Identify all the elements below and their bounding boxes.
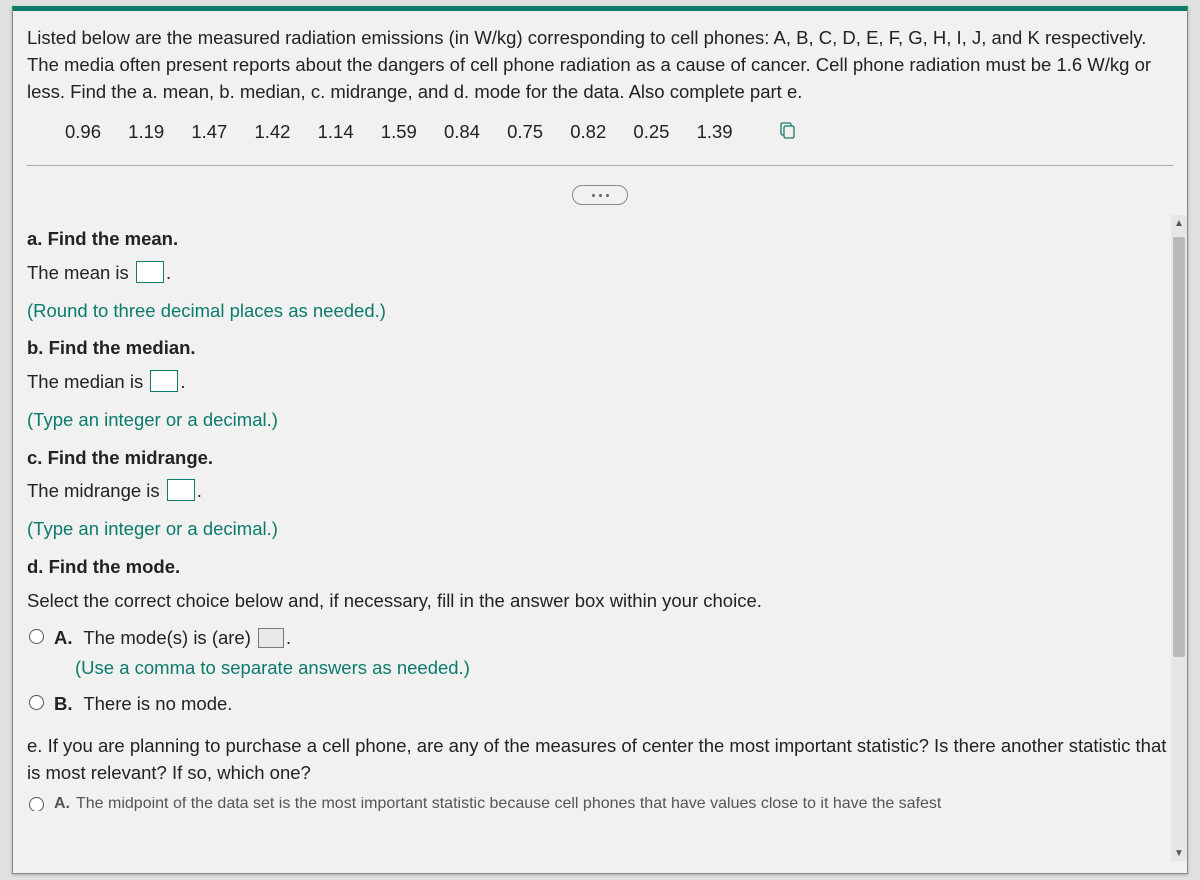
part-e-text: e. If you are planning to purchase a cel… [27, 732, 1173, 788]
part-d-head: d. Find the mode. [27, 553, 1173, 581]
radio-choice-e-a[interactable] [29, 797, 44, 811]
choice-b-text: There is no mode. [83, 693, 232, 714]
data-value: 0.25 [633, 121, 669, 142]
part-a-line: The mean is . [27, 259, 1173, 287]
scroll-up-icon[interactable]: ▲ [1171, 215, 1187, 231]
choice-b-label: B. [54, 693, 73, 714]
choice-a-text: The mode(s) is (are) [83, 627, 251, 648]
part-c-head: c. Find the midrange. [27, 444, 1173, 472]
scrollbar-thumb[interactable] [1173, 237, 1185, 657]
data-values-row: 0.96 1.19 1.47 1.42 1.14 1.59 0.84 0.75 … [13, 105, 1187, 165]
data-value: 1.19 [128, 121, 164, 142]
radio-choice-a[interactable] [29, 629, 44, 644]
data-value: 0.82 [570, 121, 606, 142]
mean-input[interactable] [136, 261, 164, 283]
part-d-prompt: Select the correct choice below and, if … [27, 587, 1173, 615]
part-b-line: The median is . [27, 368, 1173, 396]
answer-area: a. Find the mean. The mean is . (Round t… [27, 215, 1173, 861]
data-value: 0.75 [507, 121, 543, 142]
radio-choice-b[interactable] [29, 695, 44, 710]
part-c-instr: (Type an integer or a decimal.) [27, 515, 1173, 543]
choice-e-a-fragment: The midpoint of the data set is the most… [76, 797, 941, 811]
intro-text: Listed below are the measured radiation … [27, 27, 1151, 102]
divider [27, 165, 1173, 166]
part-a-head: a. Find the mean. [27, 225, 1173, 253]
data-value: 1.59 [381, 121, 417, 142]
scroll-down-icon[interactable]: ▼ [1171, 845, 1187, 861]
data-value: 1.39 [697, 121, 733, 142]
choice-a-label: A. [54, 627, 73, 648]
copy-icon[interactable] [778, 122, 796, 140]
part-c-line: The midrange is . [27, 477, 1173, 505]
choice-e-a-row: A. The midpoint of the data set is the m… [27, 797, 1173, 811]
data-value: 1.47 [191, 121, 227, 142]
choice-a-instr: (Use a comma to separate answers as need… [75, 654, 1173, 682]
part-b-head: b. Find the median. [27, 334, 1173, 362]
question-panel: Listed below are the measured radiation … [12, 6, 1188, 874]
choice-e-a-label: A. [54, 797, 70, 811]
data-value: 1.42 [254, 121, 290, 142]
midrange-input[interactable] [167, 479, 195, 501]
data-value: 0.84 [444, 121, 480, 142]
median-input[interactable] [150, 370, 178, 392]
choice-b-row: B. There is no mode. [27, 690, 1173, 718]
mode-input[interactable] [258, 628, 284, 648]
data-value: 0.96 [65, 121, 101, 142]
choice-a-row: A. The mode(s) is (are) . [27, 624, 1173, 652]
part-b-instr: (Type an integer or a decimal.) [27, 406, 1173, 434]
problem-statement: Listed below are the measured radiation … [13, 11, 1187, 105]
expand-pill[interactable] [572, 185, 628, 205]
data-value: 1.14 [318, 121, 354, 142]
part-a-instr: (Round to three decimal places as needed… [27, 297, 1173, 325]
